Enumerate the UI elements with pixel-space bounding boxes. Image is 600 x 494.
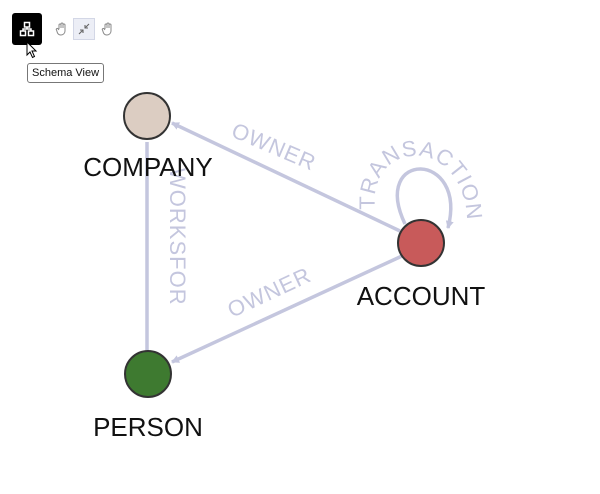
node-account[interactable] <box>397 219 445 267</box>
edge-label-owner-person: OWNER <box>224 262 316 322</box>
schema-graph: OWNER OWNER WORKSFOR TRANSACTION COMPANY… <box>83 92 488 442</box>
node-label-company: COMPANY <box>83 152 213 182</box>
edge-label-owner-company: OWNER <box>228 118 320 176</box>
node-company[interactable] <box>123 92 171 140</box>
node-label-account: ACCOUNT <box>357 281 486 311</box>
edge-label-transaction: TRANSACTION <box>355 135 488 221</box>
edge-label-worksfor: WORKSFOR <box>165 168 190 306</box>
edge-transaction[interactable] <box>395 167 454 229</box>
node-label-person: PERSON <box>93 412 203 442</box>
node-person[interactable] <box>124 350 172 398</box>
